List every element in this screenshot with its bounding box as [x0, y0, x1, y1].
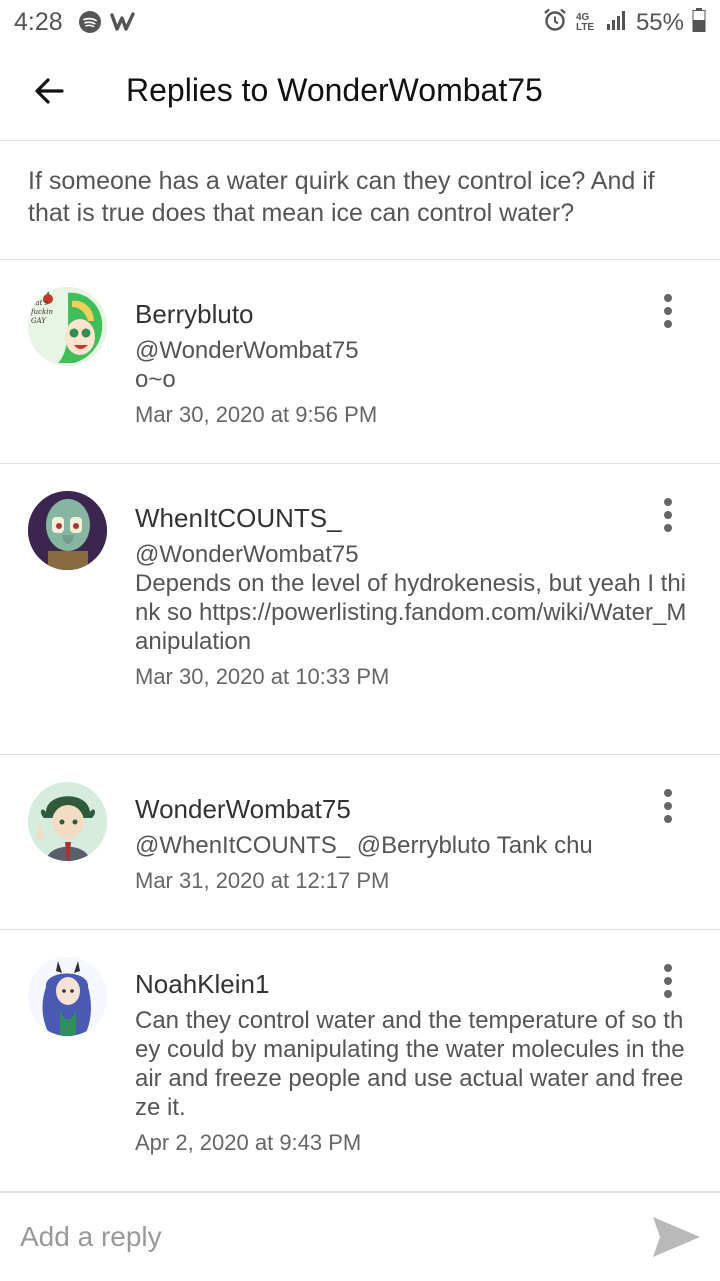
- reply-item: NoahKlein1 Can they control water and th…: [0, 930, 720, 1192]
- alarm-icon: [542, 7, 568, 38]
- original-post-text: If someone has a water quirk can they co…: [28, 167, 655, 227]
- reply-date: Mar 30, 2020 at 9:56 PM: [135, 402, 378, 427]
- reply-username[interactable]: NoahKlein1: [135, 967, 690, 1001]
- battery-percent: 55%: [635, 8, 684, 36]
- reply-mention[interactable]: @WonderWombat75: [135, 540, 690, 569]
- more-options-button[interactable]: [656, 782, 680, 830]
- reply-username[interactable]: Berrybluto: [135, 297, 690, 331]
- reply-composer: [0, 1192, 720, 1281]
- original-post: If someone has a water quirk can they co…: [0, 141, 720, 260]
- send-button[interactable]: [650, 1211, 702, 1263]
- more-options-button[interactable]: [656, 957, 680, 1005]
- arrow-left-icon: [33, 75, 65, 112]
- wattpad-icon: [110, 11, 136, 38]
- back-button[interactable]: [22, 66, 76, 120]
- reply-input[interactable]: [20, 1213, 620, 1261]
- avatar-caption: hat's fuckin GAY: [31, 299, 54, 325]
- avatar[interactable]: [28, 782, 107, 861]
- network-type-label: 4G LTE: [575, 11, 595, 33]
- status-bar: 4:28 4G LTE 55%: [0, 0, 720, 44]
- status-time: 4:28: [14, 8, 63, 36]
- reply-item: hat's fuckin GAY Berrybluto @WonderWomba…: [0, 260, 720, 464]
- battery-icon: [692, 8, 706, 37]
- reply-username[interactable]: WhenItCOUNTS_: [135, 501, 690, 535]
- avatar[interactable]: [28, 491, 107, 570]
- reply-mention[interactable]: @WhenItCOUNTS_ @Berrybluto Tank chu: [135, 831, 690, 860]
- avatar[interactable]: hat's fuckin GAY: [28, 287, 107, 366]
- app-header: Replies to WonderWombat75: [0, 44, 720, 141]
- more-options-button[interactable]: [656, 491, 680, 539]
- reply-text: Can they control water and the temperatu…: [135, 1007, 685, 1121]
- signal-icon: [606, 9, 628, 36]
- reply-date: Mar 30, 2020 at 10:33 PM: [135, 664, 390, 689]
- reply-mention[interactable]: @WonderWombat75: [135, 336, 690, 365]
- reply-date: Apr 2, 2020 at 9:43 PM: [135, 1130, 362, 1155]
- spotify-icon: [78, 10, 102, 39]
- reply-username[interactable]: WonderWombat75: [135, 792, 690, 826]
- reply-item: WhenItCOUNTS_ @WonderWombat75 Depends on…: [0, 464, 720, 755]
- reply-date: Mar 31, 2020 at 12:17 PM: [135, 868, 390, 893]
- more-options-button[interactable]: [656, 287, 680, 335]
- reply-text: o~o: [135, 366, 176, 393]
- reply-item: WonderWombat75 @WhenItCOUNTS_ @Berryblut…: [0, 755, 720, 930]
- reply-text: Depends on the level of hydrokenesis, bu…: [135, 570, 687, 655]
- page-title: Replies to WonderWombat75: [126, 72, 543, 108]
- avatar[interactable]: [28, 957, 107, 1036]
- send-icon: [650, 1217, 702, 1267]
